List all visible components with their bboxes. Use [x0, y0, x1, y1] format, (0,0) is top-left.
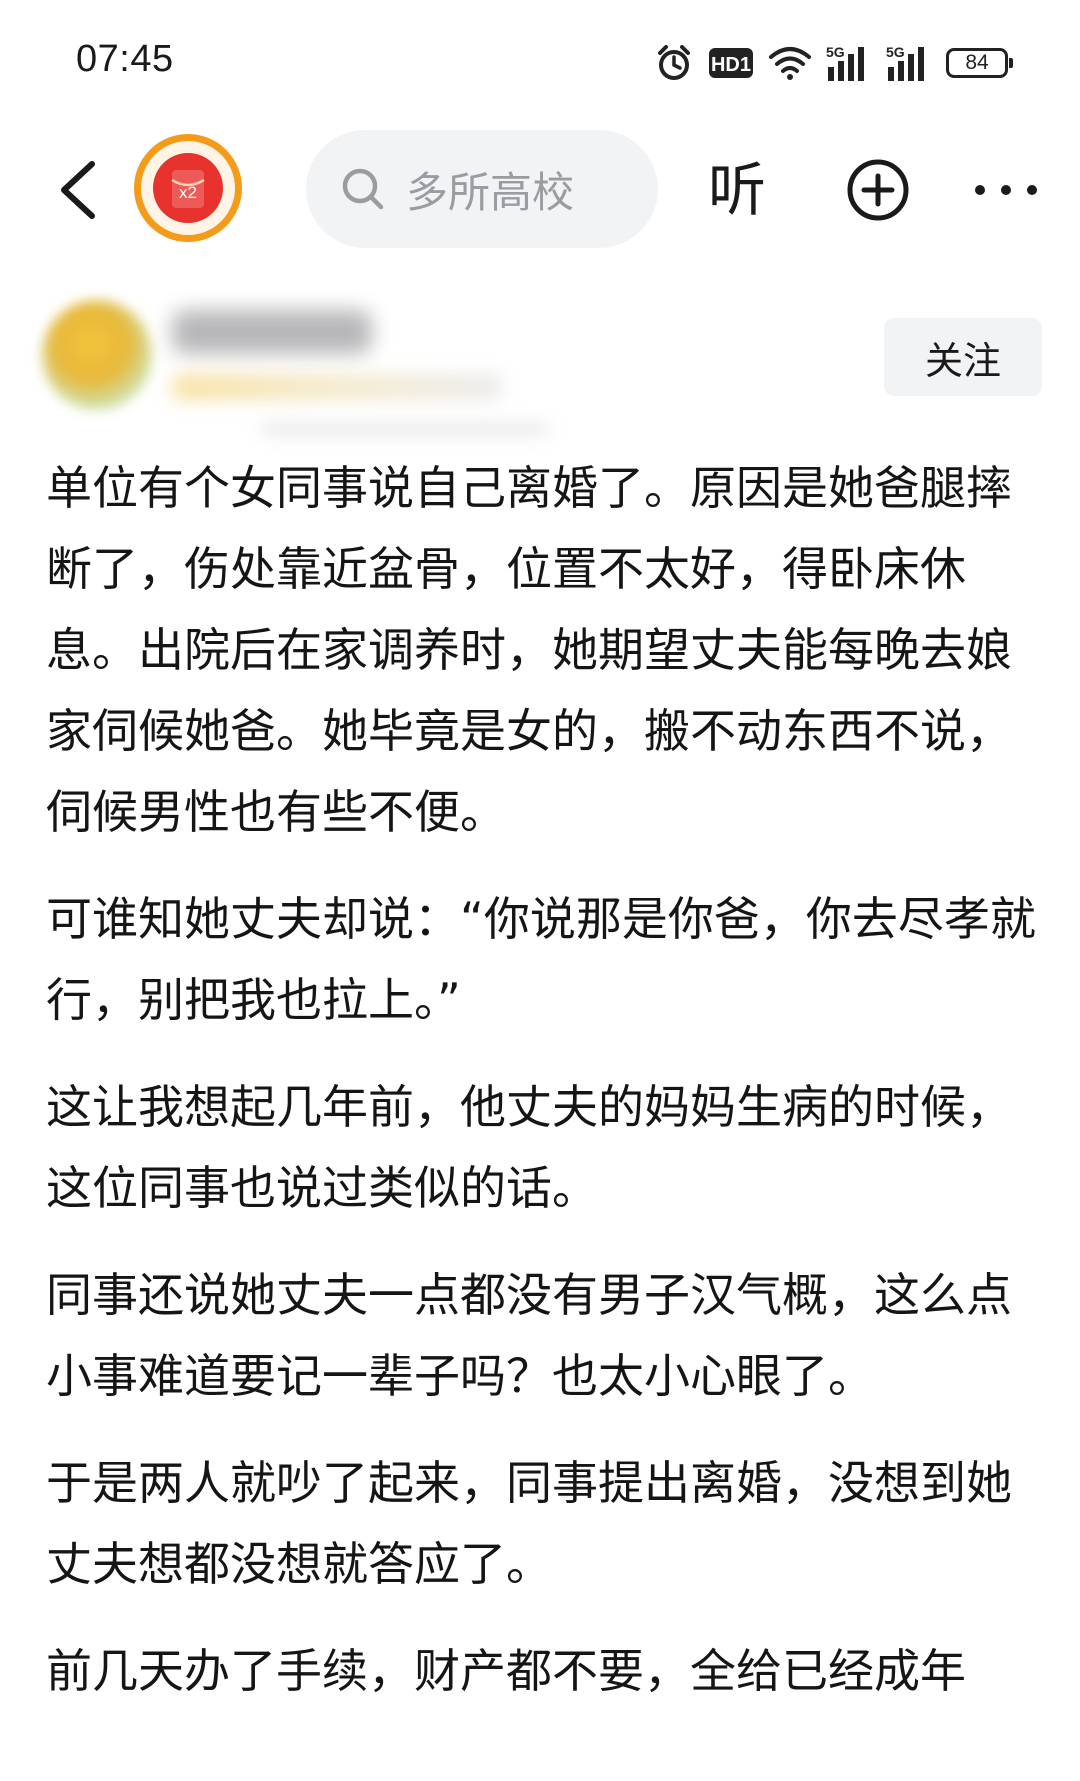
top-nav-bar: x2 多所高校 听: [0, 120, 1080, 260]
back-button[interactable]: [48, 152, 108, 228]
red-packet-badge[interactable]: x2: [134, 134, 242, 242]
author-row: 关注: [0, 280, 1080, 436]
net-type-1: 5G: [826, 44, 845, 60]
article-paragraph: 这让我想起几年前，他丈夫的妈妈生病的时候，这位同事也说过类似的话。: [46, 1080, 1012, 1215]
status-time: 07:45: [76, 38, 174, 80]
author-meta-blurred: [172, 374, 502, 400]
battery-icon: 84: [946, 48, 1013, 78]
battery-level: 84: [946, 48, 1013, 78]
author-meta-secondary-blurred: [260, 422, 550, 436]
hd-label: HD1: [711, 54, 751, 76]
add-circle-icon: [847, 159, 909, 221]
article-paragraph: 单位有个女同事说自己离婚了。原因是她爸腿摔断了，伤处靠近盆骨，位置不太好，得卧床…: [46, 461, 1012, 839]
signal-icon-1: 5G: [826, 43, 872, 83]
alarm-icon: [654, 43, 694, 83]
back-chevron-icon: [61, 161, 95, 219]
avatar[interactable]: [42, 300, 152, 410]
follow-button[interactable]: 关注: [884, 318, 1042, 396]
net-type-2: 5G: [886, 44, 905, 60]
article-paragraph: 可谁知她丈夫却说：“你说那是你爸，你去尽孝就行，别把我也拉上。”: [46, 892, 1036, 1027]
article-paragraph: 于是两人就吵了起来，同事提出离婚，没想到她丈夫想都没想就答应了。: [46, 1456, 1012, 1591]
search-placeholder: 多所高校: [406, 167, 575, 217]
red-packet-multiplier: x2: [179, 183, 197, 202]
article-paragraph: 前几天办了手续，财产都不要，全给已经成年: [46, 1644, 966, 1698]
author-name-blurred[interactable]: [172, 310, 372, 354]
wifi-icon: [768, 45, 812, 81]
article-paragraph: 同事还说她丈夫一点都没有男子汉气概，这么点小事难道要记一辈子吗？也太小心眼了。: [46, 1268, 1012, 1403]
more-button[interactable]: [970, 170, 1042, 210]
signal-icon-2: 5G: [886, 43, 932, 83]
red-packet-icon: x2: [153, 153, 223, 223]
hd-icon: HD1: [708, 45, 754, 81]
status-bar: 07:45 HD1 5G 5G 84: [0, 0, 1080, 120]
status-icons: HD1 5G 5G 84: [654, 40, 1013, 86]
more-icon: [975, 185, 1037, 195]
search-input[interactable]: 多所高校: [306, 130, 658, 248]
add-button[interactable]: [846, 158, 910, 222]
search-icon: [342, 168, 384, 210]
article-body: 单位有个女同事说自己离婚了。原因是她爸腿摔断了，伤处靠近盆骨，位置不太好，得卧床…: [46, 448, 1036, 1738]
listen-button[interactable]: 听: [708, 152, 766, 228]
